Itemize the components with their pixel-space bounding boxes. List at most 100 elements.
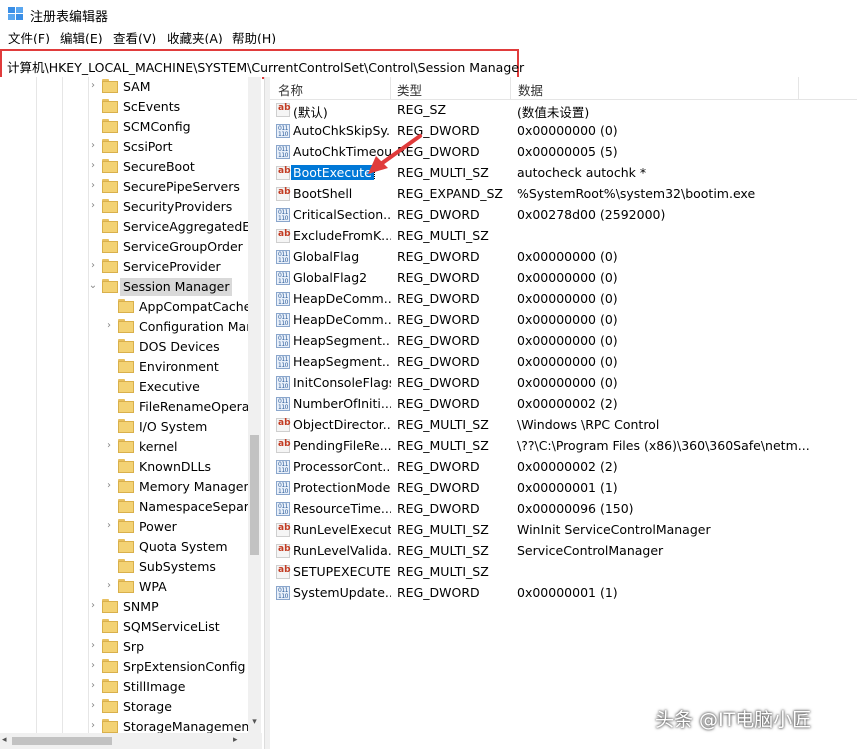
column-type-header[interactable]: 类型: [397, 80, 422, 99]
column-divider[interactable]: [510, 77, 511, 99]
expand-arrow-icon[interactable]: ›: [104, 440, 114, 452]
expand-arrow-icon[interactable]: ›: [88, 720, 98, 732]
value-row[interactable]: 011 110 HeapSegment... REG_DWORD 0x00000000 …: [270, 331, 857, 352]
tree-item-label: KnownDLLs: [139, 459, 211, 474]
menu-edit[interactable]: 编辑(E): [60, 29, 103, 45]
tree-item[interactable]: › SAM: [0, 77, 262, 97]
value-row[interactable]: ab ObjectDirector... REG_MULTI_SZ \Windows …: [270, 415, 857, 436]
address-highlight-box[interactable]: 计算机\HKEY_LOCAL_MACHINE\SYSTEM\CurrentCon…: [0, 49, 524, 79]
values-list[interactable]: 名称 类型 数据 ab (默认) REG_SZ (数值未设置) 011 110 AutoCh…: [270, 77, 857, 749]
tree-item[interactable]: AppCompatCache: [0, 297, 262, 317]
value-row[interactable]: ab SETUPEXECUTE REG_MULTI_SZ: [270, 562, 857, 583]
value-row[interactable]: 011 110 HeapSegment... REG_DWORD 0x00000000 …: [270, 352, 857, 373]
tree-item[interactable]: › Srp: [0, 637, 262, 657]
value-row[interactable]: 011 110 InitConsoleFlags REG_DWORD 0x0000000…: [270, 373, 857, 394]
tree-item[interactable]: › SecurityProviders: [0, 197, 262, 217]
scroll-down-icon[interactable]: ▾: [248, 717, 261, 729]
tree-item[interactable]: SubSystems: [0, 557, 262, 577]
value-row[interactable]: ab BootShell REG_EXPAND_SZ %SystemRoot%\sys…: [270, 184, 857, 205]
expand-arrow-icon[interactable]: ›: [88, 660, 98, 672]
expand-arrow-icon[interactable]: ›: [104, 480, 114, 492]
binary-value-icon: 011 110: [276, 208, 290, 222]
tree-item[interactable]: Executive: [0, 377, 262, 397]
tree-item[interactable]: Environment: [0, 357, 262, 377]
value-row[interactable]: 011 110 NumberOfIniti... REG_DWORD 0x0000000…: [270, 394, 857, 415]
expand-arrow-icon[interactable]: ›: [88, 200, 98, 212]
column-name-header[interactable]: 名称: [278, 80, 303, 99]
expand-arrow-icon[interactable]: ›: [88, 160, 98, 172]
menu-file[interactable]: 文件(F): [8, 29, 50, 45]
tree-item[interactable]: › kernel: [0, 437, 262, 457]
expand-arrow-icon[interactable]: ›: [104, 520, 114, 532]
menu-view[interactable]: 查看(V): [113, 29, 156, 45]
expand-arrow-icon[interactable]: ›: [104, 320, 114, 332]
tree-item[interactable]: DOS Devices: [0, 337, 262, 357]
tree-item[interactable]: › Configuration Mar: [0, 317, 262, 337]
value-row[interactable]: 011 110 ProcessorCont... REG_DWORD 0x0000000…: [270, 457, 857, 478]
value-row[interactable]: 011 110 GlobalFlag2 REG_DWORD 0x00000000 (0): [270, 268, 857, 289]
value-row[interactable]: 011 110 ProtectionMode REG_DWORD 0x00000001 …: [270, 478, 857, 499]
tree-item[interactable]: › SNMP: [0, 597, 262, 617]
value-row[interactable]: ab RunLevelExecute REG_MULTI_SZ WinInit Ser…: [270, 520, 857, 541]
tree-item[interactable]: FileRenameOperat: [0, 397, 262, 417]
tree-vertical-scrollbar[interactable]: ▾: [248, 77, 261, 749]
expand-arrow-icon[interactable]: ›: [88, 140, 98, 152]
tree-item[interactable]: › SecurePipeServers: [0, 177, 262, 197]
tree-item[interactable]: SQMServiceList: [0, 617, 262, 637]
menu-help[interactable]: 帮助(H): [232, 29, 276, 45]
value-row[interactable]: ab BootExecute REG_MULTI_SZ autocheck autoc…: [270, 163, 857, 184]
value-row[interactable]: ab RunLevelValida... REG_MULTI_SZ ServiceCo…: [270, 541, 857, 562]
column-divider[interactable]: [390, 77, 391, 99]
value-name-text: NumberOfIniti...: [293, 396, 391, 411]
tree-item[interactable]: › SecureBoot: [0, 157, 262, 177]
tree-item[interactable]: ServiceGroupOrder: [0, 237, 262, 257]
address-path[interactable]: 计算机\HKEY_LOCAL_MACHINE\SYSTEM\CurrentCon…: [7, 57, 524, 76]
tree-item[interactable]: NamespaceSepara: [0, 497, 262, 517]
expand-arrow-icon[interactable]: ›: [88, 80, 98, 92]
value-row[interactable]: 011 110 ResourceTime... REG_DWORD 0x00000096…: [270, 499, 857, 520]
key-tree[interactable]: › SAM ScEvents SCMConfig › ScsiPort › SecureBoo…: [0, 77, 262, 749]
tree-item[interactable]: › StillImage: [0, 677, 262, 697]
expand-arrow-icon[interactable]: ›: [88, 640, 98, 652]
value-row[interactable]: 011 110 SystemUpdate... REG_DWORD 0x00000001…: [270, 583, 857, 604]
tree-item[interactable]: › ScsiPort: [0, 137, 262, 157]
value-row[interactable]: 011 110 HeapDeComm... REG_DWORD 0x00000000 (…: [270, 310, 857, 331]
value-row[interactable]: 011 110 HeapDeComm... REG_DWORD 0x00000000 (…: [270, 289, 857, 310]
tree-hscroll-thumb[interactable]: [12, 737, 112, 745]
tree-item[interactable]: ServiceAggregatedEv: [0, 217, 262, 237]
collapse-arrow-icon[interactable]: ⌄: [88, 280, 98, 292]
scroll-right-icon[interactable]: ▸: [233, 735, 238, 745]
value-row[interactable]: ab (默认) REG_SZ (数值未设置): [270, 100, 857, 121]
expand-arrow-icon[interactable]: ›: [88, 180, 98, 192]
expand-arrow-icon[interactable]: ›: [88, 600, 98, 612]
value-row[interactable]: 011 110 GlobalFlag REG_DWORD 0x00000000 (0): [270, 247, 857, 268]
tree-scroll-thumb[interactable]: [250, 435, 259, 555]
tree-item[interactable]: SCMConfig: [0, 117, 262, 137]
tree-item[interactable]: ScEvents: [0, 97, 262, 117]
tree-item[interactable]: › Storage: [0, 697, 262, 717]
tree-item[interactable]: I/O System: [0, 417, 262, 437]
expand-arrow-icon[interactable]: ›: [88, 680, 98, 692]
menu-favorites[interactable]: 收藏夹(A): [167, 29, 223, 45]
column-divider[interactable]: [798, 77, 799, 99]
tree-item[interactable]: › SrpExtensionConfig: [0, 657, 262, 677]
tree-item-label: Storage: [123, 699, 172, 714]
tree-item[interactable]: › WPA: [0, 577, 262, 597]
tree-item[interactable]: › ServiceProvider: [0, 257, 262, 277]
tree-item[interactable]: › Memory Managen: [0, 477, 262, 497]
scroll-left-icon[interactable]: ◂: [2, 735, 7, 745]
tree-item[interactable]: KnownDLLs: [0, 457, 262, 477]
tree-item[interactable]: Quota System: [0, 537, 262, 557]
tree-horizontal-scrollbar[interactable]: ◂ ▸: [0, 733, 262, 749]
value-row[interactable]: 011 110 AutoChkTimeout REG_DWORD 0x00000005 …: [270, 142, 857, 163]
expand-arrow-icon[interactable]: ›: [88, 260, 98, 272]
value-row[interactable]: ab ExcludeFromK... REG_MULTI_SZ: [270, 226, 857, 247]
value-row[interactable]: 011 110 CriticalSection... REG_DWORD 0x00278…: [270, 205, 857, 226]
expand-arrow-icon[interactable]: ›: [104, 580, 114, 592]
tree-item[interactable]: ⌄ Session Manager: [0, 277, 262, 297]
column-data-header[interactable]: 数据: [518, 80, 543, 99]
expand-arrow-icon[interactable]: ›: [88, 700, 98, 712]
tree-item[interactable]: › Power: [0, 517, 262, 537]
value-row[interactable]: 011 110 AutoChkSkipSy... REG_DWORD 0x0000000…: [270, 121, 857, 142]
value-row[interactable]: ab PendingFileRe... REG_MULTI_SZ \??\C:\Pro…: [270, 436, 857, 457]
